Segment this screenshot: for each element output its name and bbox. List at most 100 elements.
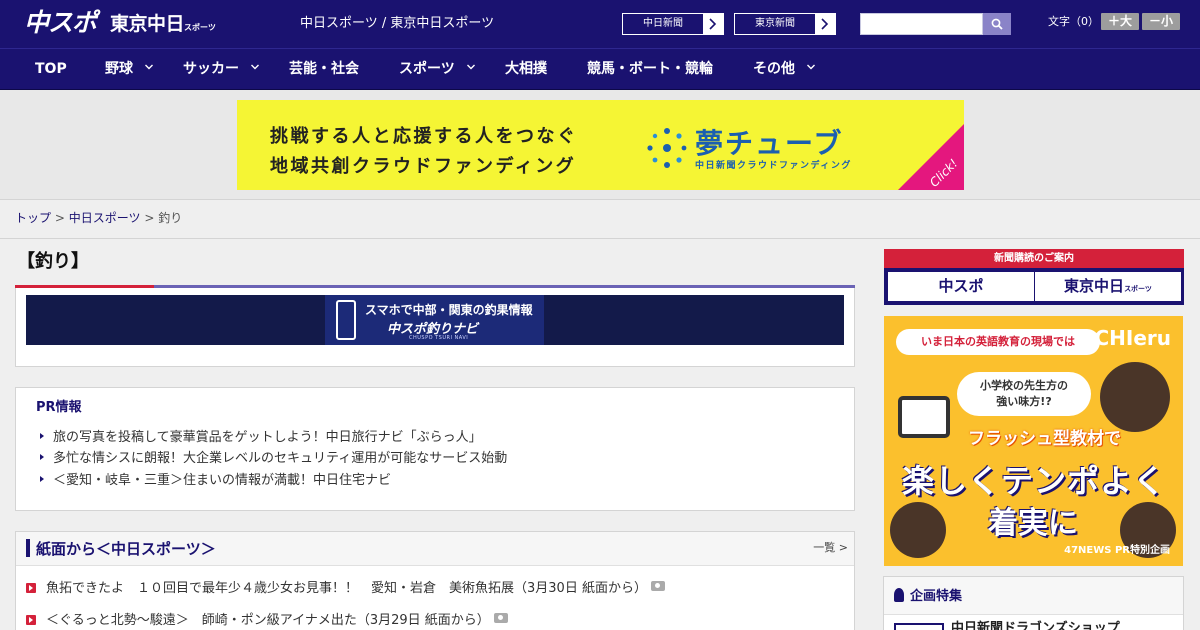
nav-label: その他	[753, 61, 795, 77]
chevron-down-icon	[145, 64, 153, 70]
feature-section: 企画特集 中日新聞ドラゴンズショップ	[883, 576, 1184, 630]
search-icon	[991, 18, 1003, 30]
tokyo-chunichi-logo-text: 東京中日	[110, 13, 185, 35]
chevron-right-icon	[815, 14, 835, 34]
pr-link-text: 旅の写真を投稿して豪華賞品をゲットしよう！中日旅行ナビ「ぶらっ人」	[53, 430, 482, 445]
breadcrumb-separator: >	[144, 211, 155, 225]
ad-top-text: いま日本の英語教育の現場では	[896, 329, 1100, 355]
nav-label: 大相撲	[505, 61, 547, 77]
section-marker	[26, 539, 30, 557]
ad-logo: CHIeru	[1094, 326, 1171, 350]
play-bullet-icon	[26, 615, 36, 625]
pr-link[interactable]: ＜愛知・岐阜・三重＞住まいの情報が満載！中日住宅ナビ	[40, 472, 391, 490]
ad-footer: 47NEWS PR特別企画	[1064, 545, 1170, 556]
feature-title-text: 企画特集	[910, 589, 963, 604]
fishing-navi-line3: CHUSPO TSURI NAVI	[409, 335, 469, 341]
nav-other[interactable]: その他	[753, 49, 815, 90]
subscribe-tokyo-chunichi-label: 東京中日	[1064, 277, 1125, 295]
article-title: 魚拓できたよ １０回目で最年少４歳少女お見事！！ 愛知・岩倉 美術魚拓展（3月3…	[46, 581, 647, 596]
pr-link[interactable]: 旅の写真を投稿して豪華賞品をゲットしよう！中日旅行ナビ「ぶらっ人」	[40, 429, 482, 447]
nav-top[interactable]: TOP	[35, 49, 67, 90]
nav-soccer[interactable]: サッカー	[183, 49, 259, 90]
breadcrumb-current: 釣り	[158, 211, 183, 225]
tokyo-shimbun-link[interactable]: 東京新聞	[734, 13, 836, 35]
ad-question-l1: 小学校の先生方の	[980, 379, 1068, 392]
paper-section-header: 紙面から＜中日スポーツ＞ 一覧 >	[16, 532, 854, 566]
subscription-box: 新聞購読のご案内 中スポ 東京中日スポーツ	[884, 249, 1184, 305]
banner-line1: 挑戦する人と応援する人をつなぐ	[270, 126, 578, 147]
nav-racing[interactable]: 競馬・ボート・競輪	[587, 49, 713, 90]
camera-icon	[493, 613, 508, 623]
ad-headline-1: 楽しくテンポよく	[902, 462, 1167, 500]
font-size-label: 文字（0）	[1048, 15, 1099, 28]
subscribe-tokyo-chunichi-button[interactable]: 東京中日スポーツ	[1035, 272, 1181, 301]
article-link[interactable]: ＜ぐるっと北勢～駿遠＞ 師崎・ポン級アイナメ出た（3月29日 紙面から）	[26, 612, 508, 630]
fishing-navi-box: スマホで中部・関東の釣果情報 中スポ釣りナビ CHUSPO TSURI NAVI	[15, 288, 855, 367]
chevron-down-icon	[251, 64, 259, 70]
ad-question-l2: 強い味方!?	[996, 395, 1052, 408]
nav-label: スポーツ	[399, 61, 455, 77]
chunichi-shimbun-label: 中日新聞	[623, 14, 703, 34]
tokyo-shimbun-label: 東京新聞	[735, 14, 815, 34]
fishing-navi-line1: スマホで中部・関東の釣果情報	[365, 303, 533, 317]
nav-label: 競馬・ボート・競輪	[587, 61, 713, 77]
fishing-navi-banner[interactable]: スマホで中部・関東の釣果情報 中スポ釣りナビ CHUSPO TSURI NAVI	[26, 295, 844, 345]
search-button[interactable]	[983, 13, 1011, 35]
subscribe-chuspo-button[interactable]: 中スポ	[888, 272, 1034, 301]
banner-line2: 地域共創クラウドファンディング	[270, 156, 577, 177]
chunichi-shimbun-link[interactable]: 中日新聞	[622, 13, 724, 35]
chevron-right-icon	[703, 14, 723, 34]
triangle-bullet-icon	[40, 433, 44, 439]
nav-sports[interactable]: スポーツ	[399, 49, 475, 90]
main-nav: TOP 野球 サッカー 芸能・社会 スポーツ 大相撲 競馬・ボート・競輪 その他	[0, 48, 1200, 90]
subscribe-chuspo-label: 中スポ	[938, 277, 984, 295]
banner-brand: 夢チューブ	[695, 127, 844, 160]
pr-title: PR情報	[36, 400, 82, 415]
play-bullet-icon	[26, 583, 36, 593]
ad-photo-child	[890, 502, 946, 558]
fishing-navi-banner-inner: スマホで中部・関東の釣果情報 中スポ釣りナビ CHUSPO TSURI NAVI	[325, 295, 544, 345]
tablet-icon	[898, 396, 950, 438]
triangle-bullet-icon	[40, 476, 44, 482]
breadcrumb-top[interactable]: トップ	[15, 211, 51, 225]
crowdfunding-banner[interactable]: 挑戦する人と応援する人をつなぐ 地域共創クラウドファンディング 夢チューブ 中日…	[237, 100, 964, 190]
banner-zone: 挑戦する人と応援する人をつなぐ 地域共創クラウドファンディング 夢チューブ 中日…	[0, 90, 1200, 200]
nav-label: 野球	[105, 61, 133, 77]
subscribe-tokyo-chunichi-small: スポーツ	[1124, 285, 1152, 293]
paper-section-more-link[interactable]: 一覧 >	[813, 541, 848, 555]
nav-label: TOP	[35, 61, 67, 77]
pr-link[interactable]: 多忙な情シスに朗報！大企業レベルのセキュリティ運用が可能なサービス始動	[40, 450, 507, 468]
subscription-header: 新聞購読のご案内	[884, 249, 1184, 268]
breadcrumb-chunichi-sports[interactable]: 中日スポーツ	[69, 211, 141, 225]
banner-brand-sub: 中日新聞クラウドファンディング	[695, 161, 852, 171]
nav-sumo[interactable]: 大相撲	[505, 49, 547, 90]
article-title: ＜ぐるっと北勢～駿遠＞ 師崎・ポン級アイナメ出た（3月29日 紙面から）	[46, 613, 490, 628]
nav-label: サッカー	[183, 61, 239, 77]
chevron-down-icon	[466, 64, 475, 70]
nav-entertainment[interactable]: 芸能・社会	[289, 49, 359, 90]
pr-link-text: ＜愛知・岐阜・三重＞住まいの情報が満載！中日住宅ナビ	[53, 473, 392, 488]
ad-headline-2: 着実に	[988, 506, 1078, 541]
chieru-ad[interactable]: いま日本の英語教育の現場では CHIeru 小学校の先生方の 強い味方!? フラッ…	[884, 316, 1183, 566]
nav-label: 芸能・社会	[289, 61, 359, 77]
chuspo-logo[interactable]: 中スポ	[24, 6, 97, 40]
ad-question: 小学校の先生方の 強い味方!?	[957, 372, 1091, 416]
article-link[interactable]: 魚拓できたよ １０回目で最年少４歳少女お見事！！ 愛知・岩倉 美術魚拓展（3月3…	[26, 580, 665, 598]
pr-link-text: 多忙な情シスに朗報！大企業レベルのセキュリティ運用が可能なサービス始動	[53, 451, 508, 466]
ad-flash-text: フラッシュ型教材で	[968, 429, 1121, 449]
font-smaller-button[interactable]: －小	[1142, 13, 1180, 30]
search-input[interactable]	[860, 13, 983, 35]
tokyo-chunichi-logo[interactable]: 東京中日スポーツ	[110, 11, 216, 41]
ad-photo-child	[1100, 362, 1170, 432]
page-title: 【釣り】	[17, 251, 89, 272]
feature-item[interactable]: 中日新聞ドラゴンズショップ	[884, 614, 1183, 630]
dream-tube-logo-icon	[647, 128, 687, 168]
paper-section-title: 紙面から＜中日スポーツ＞	[36, 540, 216, 558]
nav-baseball[interactable]: 野球	[105, 49, 153, 90]
font-larger-button[interactable]: ＋大	[1101, 13, 1139, 30]
tokyo-chunichi-logo-small: スポーツ	[184, 23, 216, 32]
paper-section: 紙面から＜中日スポーツ＞ 一覧 > 魚拓できたよ １０回目で最年少４歳少女お見事…	[15, 531, 855, 630]
chevron-down-icon	[807, 64, 815, 70]
camera-icon	[650, 581, 665, 591]
feature-item-text: 中日新聞ドラゴンズショップ	[951, 621, 1120, 630]
